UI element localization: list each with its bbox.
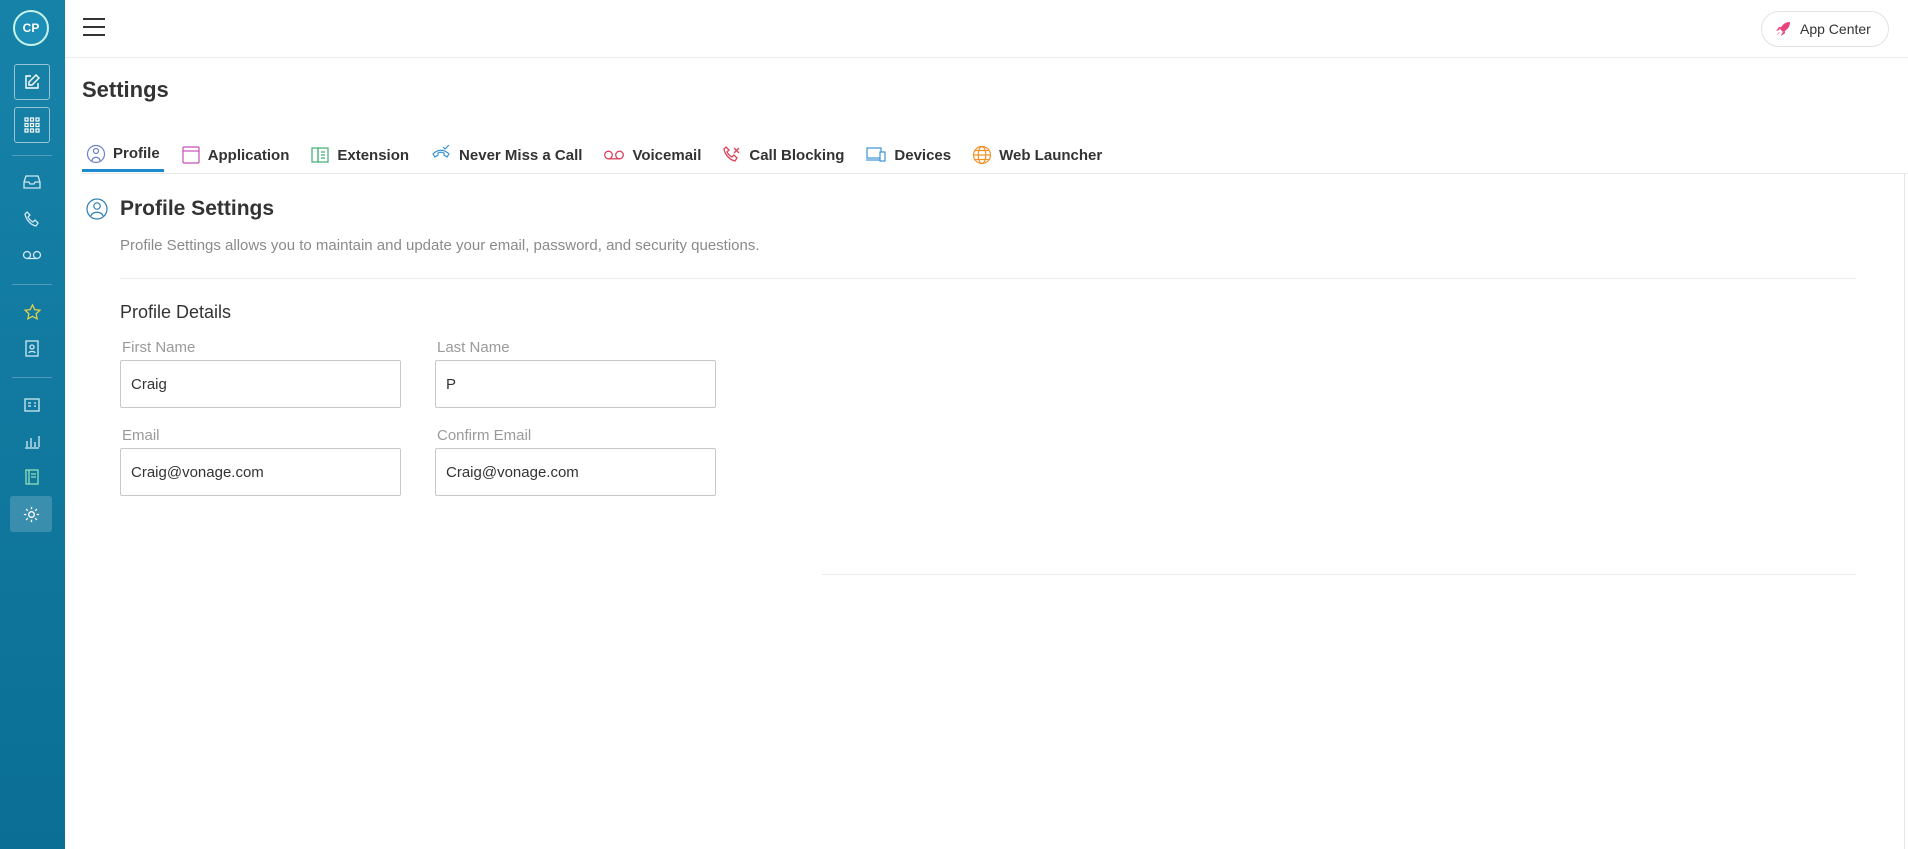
contacts-icon xyxy=(25,339,39,357)
menu-icon xyxy=(83,18,105,20)
app-center-label: App Center xyxy=(1800,21,1871,37)
compose-button[interactable] xyxy=(14,64,50,100)
application-icon xyxy=(182,146,200,164)
section-description: Profile Settings allows you to maintain … xyxy=(120,237,760,254)
settings-tabs: Profile Application Extension Never Miss… xyxy=(82,138,1119,174)
tab-web-launcher[interactable]: Web Launcher xyxy=(968,138,1106,172)
sidebar-divider xyxy=(12,377,52,378)
section-title: Profile Settings xyxy=(120,197,275,220)
sidebar-item-directory[interactable] xyxy=(14,463,50,491)
sidebar-item-inbox[interactable] xyxy=(14,168,50,196)
compose-icon xyxy=(25,74,40,89)
tab-call-blocking[interactable]: Call Blocking xyxy=(718,138,848,172)
star-icon xyxy=(23,302,41,320)
section-divider xyxy=(120,278,1856,279)
tabs-divider xyxy=(82,173,1908,174)
confirm-email-label: Confirm Email xyxy=(437,427,532,444)
sidebar-divider xyxy=(12,284,52,285)
header-divider xyxy=(65,57,1908,58)
inbox-icon xyxy=(23,175,41,189)
tab-voicemail[interactable]: Voicemail xyxy=(599,138,705,172)
tab-application[interactable]: Application xyxy=(177,138,294,172)
extension-icon xyxy=(311,147,329,163)
directory-icon xyxy=(25,469,39,485)
never-miss-call-icon xyxy=(432,145,450,158)
sidebar-item-analytics[interactable] xyxy=(14,427,50,455)
tab-devices[interactable]: Devices xyxy=(861,138,955,172)
apps-button[interactable] xyxy=(14,107,50,143)
profile-icon xyxy=(86,144,106,163)
call-blocking-icon xyxy=(723,146,740,162)
grid-icon xyxy=(24,117,40,133)
sidebar-item-favorites[interactable] xyxy=(14,298,50,326)
page-title: Settings xyxy=(82,77,169,102)
voicemail-icon xyxy=(22,250,42,260)
sidebar-item-settings[interactable] xyxy=(10,496,52,532)
last-name-field[interactable] xyxy=(435,360,716,408)
sidebar-item-calls[interactable] xyxy=(14,205,50,233)
profile-settings-icon xyxy=(86,198,108,220)
confirm-email-field[interactable] xyxy=(435,448,716,496)
form-divider xyxy=(822,574,1856,575)
content-edge xyxy=(1904,174,1905,849)
sidebar-divider xyxy=(12,155,52,156)
gear-icon xyxy=(23,506,39,522)
tab-extension[interactable]: Extension xyxy=(306,138,413,172)
rocket-icon xyxy=(1776,22,1790,36)
profile-details-heading: Profile Details xyxy=(120,302,232,322)
chart-icon xyxy=(25,436,40,449)
sidebar-item-reports[interactable] xyxy=(14,391,50,419)
sidebar: CP xyxy=(0,0,65,849)
tab-never-miss-a-call[interactable]: Never Miss a Call xyxy=(426,138,586,172)
first-name-field[interactable] xyxy=(120,360,401,408)
first-name-label: First Name xyxy=(122,339,196,356)
phone-icon xyxy=(24,211,39,227)
app-center-button[interactable]: App Center xyxy=(1761,11,1889,47)
email-field[interactable] xyxy=(120,448,401,496)
tab-profile[interactable]: Profile xyxy=(82,138,164,172)
menu-toggle-button[interactable] xyxy=(83,18,105,38)
sidebar-item-voicemail[interactable] xyxy=(14,241,50,269)
email-label: Email xyxy=(122,427,160,444)
report-icon xyxy=(24,398,40,412)
last-name-label: Last Name xyxy=(437,339,510,356)
avatar[interactable]: CP xyxy=(13,10,49,46)
sidebar-item-contacts[interactable] xyxy=(14,334,50,362)
devices-icon xyxy=(866,147,887,162)
web-launcher-icon xyxy=(973,145,992,165)
voicemail-icon xyxy=(604,150,625,160)
